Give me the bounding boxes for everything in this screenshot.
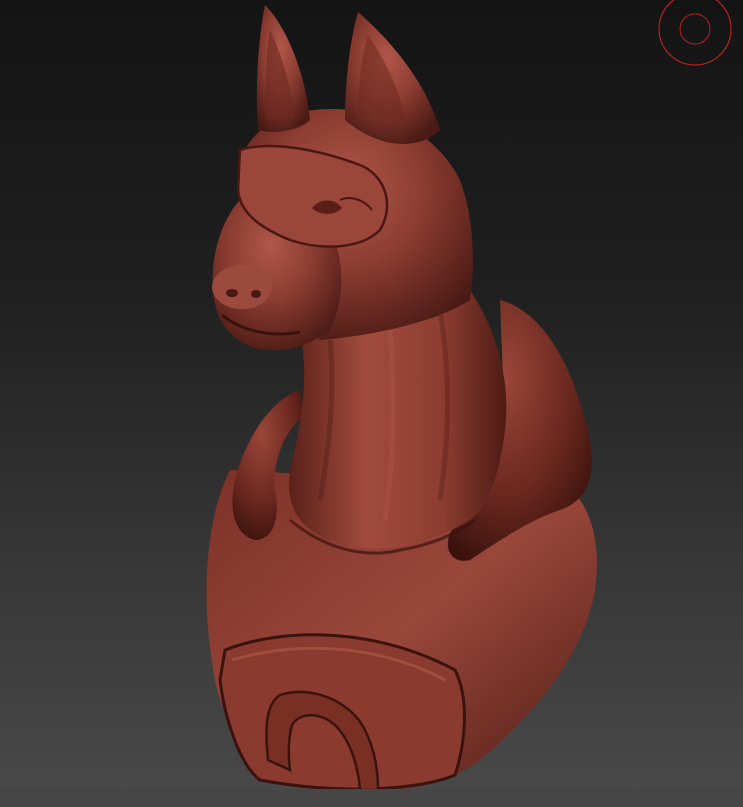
bottom-shelf [0, 789, 743, 807]
target-circle-icon [658, 0, 732, 66]
nostril [226, 289, 238, 297]
sculpt-model[interactable] [0, 0, 743, 807]
navigation-gizmo[interactable] [656, 0, 734, 66]
right-ear [345, 12, 440, 144]
nose [212, 265, 272, 309]
nostril [251, 290, 261, 298]
sculpt-viewport[interactable] [0, 0, 743, 807]
